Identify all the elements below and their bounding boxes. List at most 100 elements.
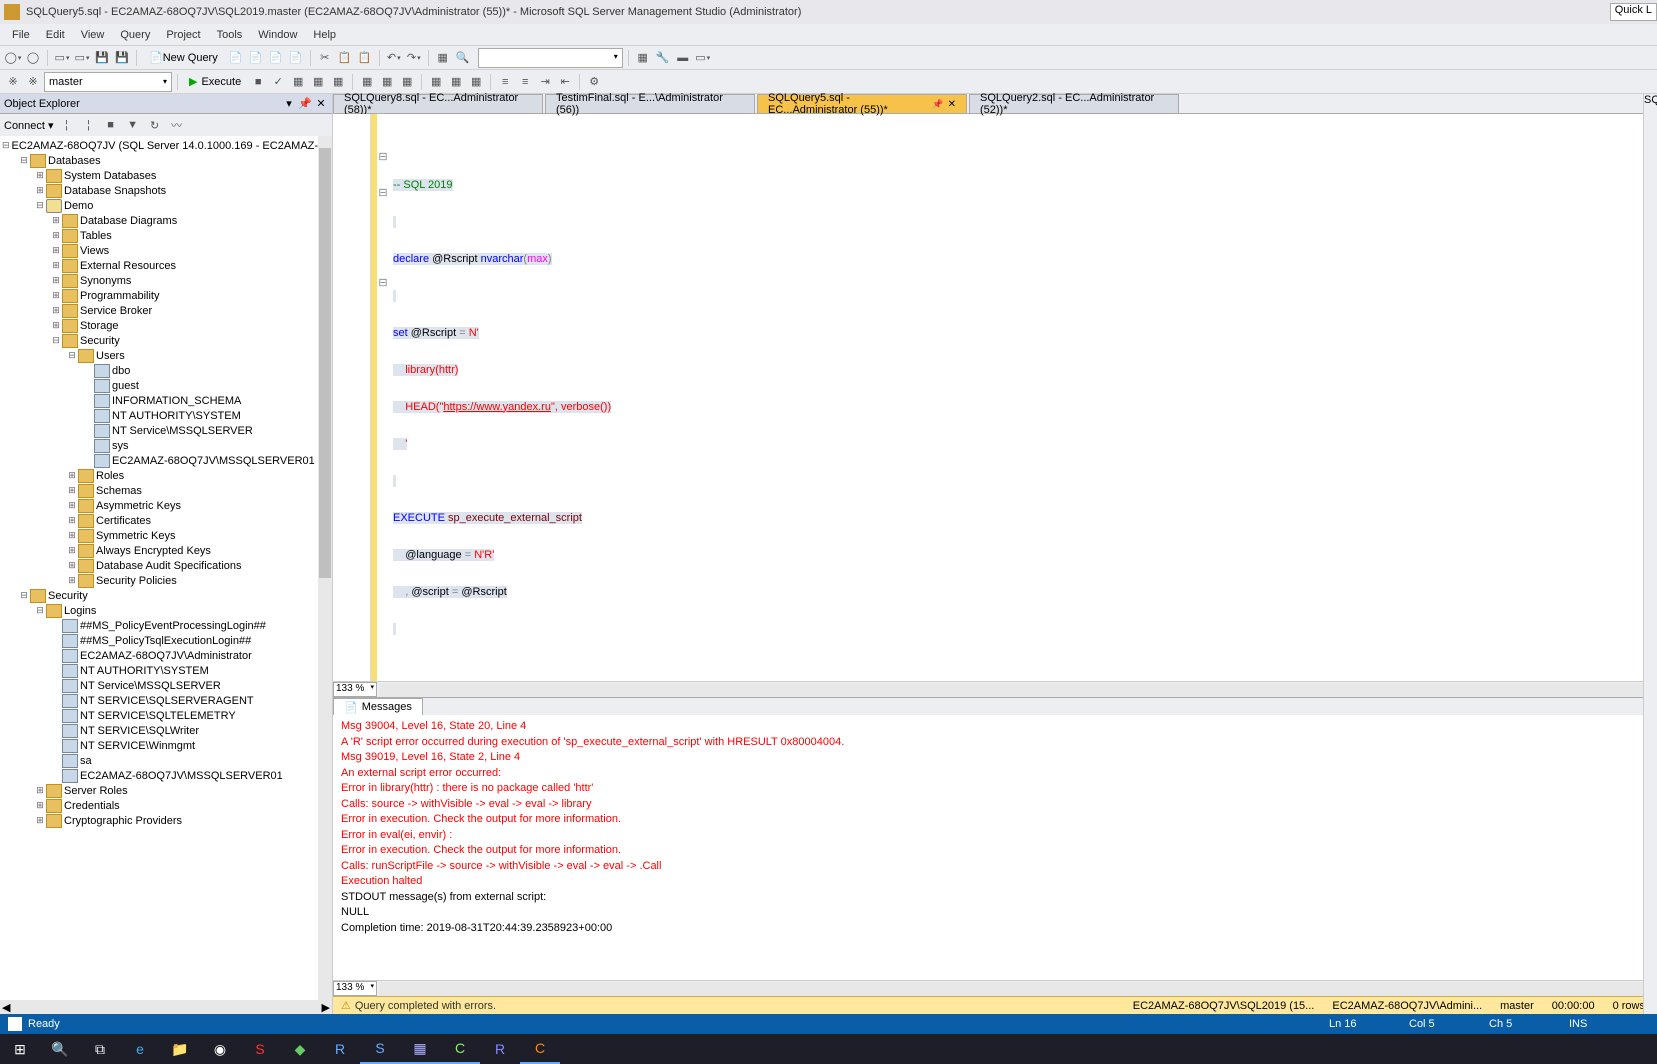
uncomment-icon[interactable]: ≡ <box>516 73 534 91</box>
sym-keys-node[interactable]: Symmetric Keys <box>96 530 175 542</box>
outdent-icon[interactable]: ⇤ <box>556 73 574 91</box>
editor-hscrollbar[interactable] <box>379 683 1657 697</box>
user-ec2[interactable]: EC2AMAZ-68OQ7JV\MSSQLSERVER01 <box>112 455 315 467</box>
login-item[interactable]: NT AUTHORITY\SYSTEM <box>80 665 209 677</box>
extres-node[interactable]: External Resources <box>80 260 176 272</box>
login-item[interactable]: ##MS_PolicyTsqlExecutionLogin## <box>80 635 251 647</box>
paste-button[interactable]: 📋 <box>356 49 374 67</box>
tab-sqlquery5-active[interactable]: SQLQuery5.sql - EC...Administrator (55))… <box>757 94 967 113</box>
messages-zoom-combo[interactable]: 133 % <box>333 981 377 996</box>
prog-node[interactable]: Programmability <box>80 290 159 302</box>
comment-icon[interactable]: ≡ <box>496 73 514 91</box>
code-content[interactable]: -- SQL 2019 declare @Rscript nvarchar(ma… <box>389 114 1645 681</box>
menu-window[interactable]: Window <box>250 26 305 44</box>
results-text-icon[interactable]: ▦ <box>427 73 445 91</box>
login-item[interactable]: NT Service\MSSQLSERVER <box>80 680 221 692</box>
refresh-icon[interactable]: ↻ <box>146 116 164 134</box>
filter-icon[interactable]: ▼ <box>124 116 142 134</box>
start-button[interactable]: ⊞ <box>0 1034 40 1064</box>
tables-node[interactable]: Tables <box>80 230 112 242</box>
object-explorer-tree[interactable]: ⊟EC2AMAZ-68OQ7JV (SQL Server 14.0.1000.1… <box>0 136 332 1000</box>
menu-view[interactable]: View <box>73 26 113 44</box>
mdx-query-icon[interactable]: 📄 <box>247 49 265 67</box>
snapshots-node[interactable]: Database Snapshots <box>64 185 166 197</box>
include-client-stats-icon[interactable]: ▦ <box>398 73 416 91</box>
app-orange-icon[interactable]: C <box>520 1034 560 1064</box>
tool-icon[interactable]: 🔧 <box>654 49 672 67</box>
open-button[interactable]: ▭ <box>73 49 91 67</box>
sysdb-node[interactable]: System Databases <box>64 170 156 182</box>
activity-monitor-icon[interactable]: ▦ <box>634 49 652 67</box>
t2-btn1[interactable]: ※ <box>4 73 22 91</box>
messages-hscrollbar[interactable] <box>379 982 1657 996</box>
disconnect-icon[interactable]: ¦ <box>80 116 98 134</box>
intellisense-icon[interactable]: ▦ <box>329 73 347 91</box>
certs-node[interactable]: Certificates <box>96 515 151 527</box>
redo-button[interactable]: ↷ <box>405 49 423 67</box>
new-query-button[interactable]: 📄 New Query <box>142 48 225 68</box>
database-combo[interactable]: master <box>44 72 172 92</box>
user-guest[interactable]: guest <box>112 380 139 392</box>
menu-file[interactable]: File <box>4 26 38 44</box>
db-security-node[interactable]: Security <box>80 335 120 347</box>
pulse-icon[interactable]: 〰 <box>168 116 186 134</box>
new-project-button[interactable]: ▭ <box>53 49 71 67</box>
panel-close-icon[interactable]: ✕ <box>314 97 328 110</box>
back-button[interactable]: ◯ <box>4 49 22 67</box>
das-node[interactable]: Database Audit Specifications <box>96 560 242 572</box>
user-nt-service[interactable]: NT Service\MSSQLSERVER <box>112 425 253 437</box>
xmla-query-icon[interactable]: 📄 <box>287 49 305 67</box>
include-plan-icon[interactable]: ▦ <box>358 73 376 91</box>
stop-icon[interactable]: ■ <box>102 116 120 134</box>
close-icon[interactable]: ✕ <box>948 99 956 110</box>
connect-icon[interactable]: ¦ <box>58 116 76 134</box>
app-blue-icon[interactable]: S <box>360 1034 400 1064</box>
task-view-icon[interactable]: ⧉ <box>80 1034 120 1064</box>
ssms-taskbar-icon[interactable]: ▦ <box>400 1034 440 1064</box>
menu-tools[interactable]: Tools <box>209 26 251 44</box>
menu-edit[interactable]: Edit <box>38 26 73 44</box>
search-icon[interactable]: 🔍 <box>40 1034 80 1064</box>
menu-help[interactable]: Help <box>305 26 344 44</box>
panel-dropdown-icon[interactable]: ▾ <box>282 97 296 110</box>
tree-hscrollbar[interactable]: ◀▶ <box>0 1000 332 1014</box>
tool2-icon[interactable]: ▬ <box>674 49 692 67</box>
quick-launch-input[interactable]: Quick L <box>1610 3 1657 21</box>
forward-button[interactable]: ◯ <box>24 49 42 67</box>
chrome-icon[interactable]: ◉ <box>200 1034 240 1064</box>
specify-values-icon[interactable]: ⚙ <box>585 73 603 91</box>
r-icon[interactable]: R <box>480 1034 520 1064</box>
aek-node[interactable]: Always Encrypted Keys <box>96 545 211 557</box>
zoom-combo[interactable]: 133 % <box>333 682 377 697</box>
app-green-icon[interactable]: ◆ <box>280 1034 320 1064</box>
server-roles-node[interactable]: Server Roles <box>64 785 128 797</box>
results-file-icon[interactable]: ▦ <box>467 73 485 91</box>
demo-db-node[interactable]: Demo <box>64 200 93 212</box>
user-dbo[interactable]: dbo <box>112 365 130 377</box>
find-button[interactable]: 🔍 <box>454 49 472 67</box>
login-item[interactable]: NT SERVICE\Winmgmt <box>80 740 195 752</box>
user-info-schema[interactable]: INFORMATION_SCHEMA <box>112 395 241 407</box>
login-item[interactable]: ##MS_PolicyEventProcessingLogin## <box>80 620 266 632</box>
code-editor[interactable]: ⊟⊟⊟ -- SQL 2019 declare @Rscript nvarcha… <box>333 114 1657 681</box>
schemas-node[interactable]: Schemas <box>96 485 142 497</box>
ie-icon[interactable]: e <box>120 1034 160 1064</box>
tool3-icon[interactable]: ▭ <box>694 49 712 67</box>
save-all-button[interactable]: 💾 <box>113 49 131 67</box>
connect-button[interactable]: Connect ▾ <box>4 119 54 132</box>
pin-icon[interactable]: 📌 <box>932 99 943 110</box>
app-red-icon[interactable]: S <box>240 1034 280 1064</box>
tab-testimfinal[interactable]: TestimFinal.sql - E...\Administrator (56… <box>545 94 755 113</box>
creds-node[interactable]: Credentials <box>64 800 120 812</box>
server-security-node[interactable]: Security <box>48 590 88 602</box>
include-stats-icon[interactable]: ▦ <box>378 73 396 91</box>
synonyms-node[interactable]: Synonyms <box>80 275 131 287</box>
messages-pane[interactable]: Msg 39004, Level 16, State 20, Line 4 A … <box>333 715 1657 980</box>
login-item[interactable]: NT SERVICE\SQLSERVERAGENT <box>80 695 254 707</box>
undo-button[interactable]: ↶ <box>385 49 403 67</box>
stop-button[interactable]: ■ <box>249 73 267 91</box>
cut-button[interactable]: ✂ <box>316 49 334 67</box>
menu-query[interactable]: Query <box>112 26 158 44</box>
user-sys[interactable]: sys <box>112 440 129 452</box>
diagrams-node[interactable]: Database Diagrams <box>80 215 177 227</box>
